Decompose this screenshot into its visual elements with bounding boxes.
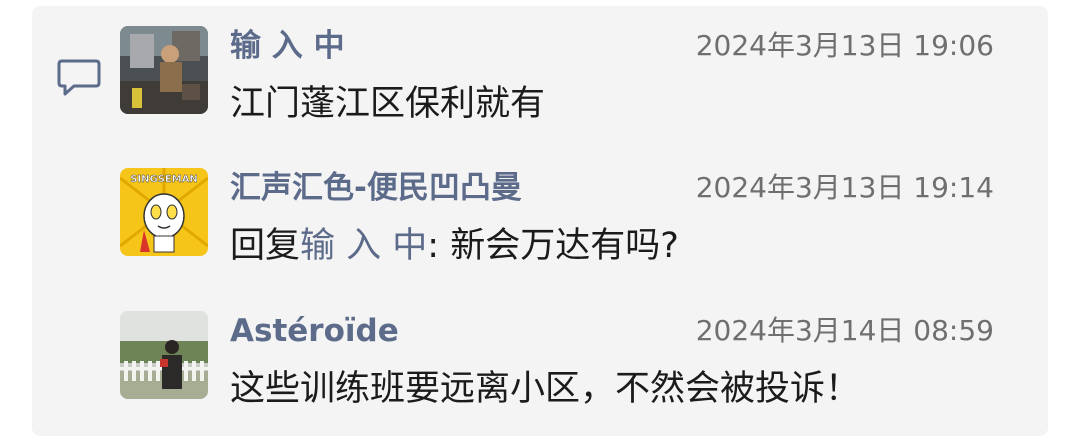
- avatar-label: SINGSEMAN: [130, 174, 198, 185]
- comment-item: Astéroïde 2024年3月14日 08:59 这些训练班要远离小区，不然…: [120, 311, 1000, 411]
- avatar[interactable]: [120, 311, 208, 399]
- reply-text: 新会万达有吗?: [450, 226, 679, 266]
- reply-prefix: 回复: [230, 226, 301, 266]
- comment-author[interactable]: 汇声汇色-便民凹凸曼: [230, 168, 522, 208]
- comment-item: 输 入 中 2024年3月13日 19:06 江门蓬江区保利就有: [120, 26, 1000, 126]
- comment-text: 回复输 入 中: 新会万达有吗?: [230, 224, 679, 268]
- avatar[interactable]: SINGSEMAN: [120, 168, 208, 256]
- comment-text: 这些训练班要远离小区，不然会被投诉！: [230, 369, 861, 409]
- comment-time: 2024年3月14日 08:59: [695, 314, 994, 347]
- comment-author[interactable]: 输 入 中: [230, 26, 345, 66]
- comment-item: SINGSEMAN 汇声汇色-便民凹凸曼 2024年3月13日 19:14 回复…: [120, 168, 1000, 268]
- comment-time: 2024年3月13日 19:06: [695, 29, 994, 62]
- comment-author[interactable]: Astéroïde: [230, 311, 399, 351]
- reply-target-user[interactable]: 输 入 中: [300, 226, 427, 266]
- speech-bubble-icon[interactable]: [56, 58, 102, 98]
- reply-separator: :: [427, 226, 451, 266]
- avatar[interactable]: [120, 26, 208, 114]
- comment-time: 2024年3月13日 19:14: [695, 171, 994, 204]
- comment-text: 江门蓬江区保利就有: [230, 84, 546, 124]
